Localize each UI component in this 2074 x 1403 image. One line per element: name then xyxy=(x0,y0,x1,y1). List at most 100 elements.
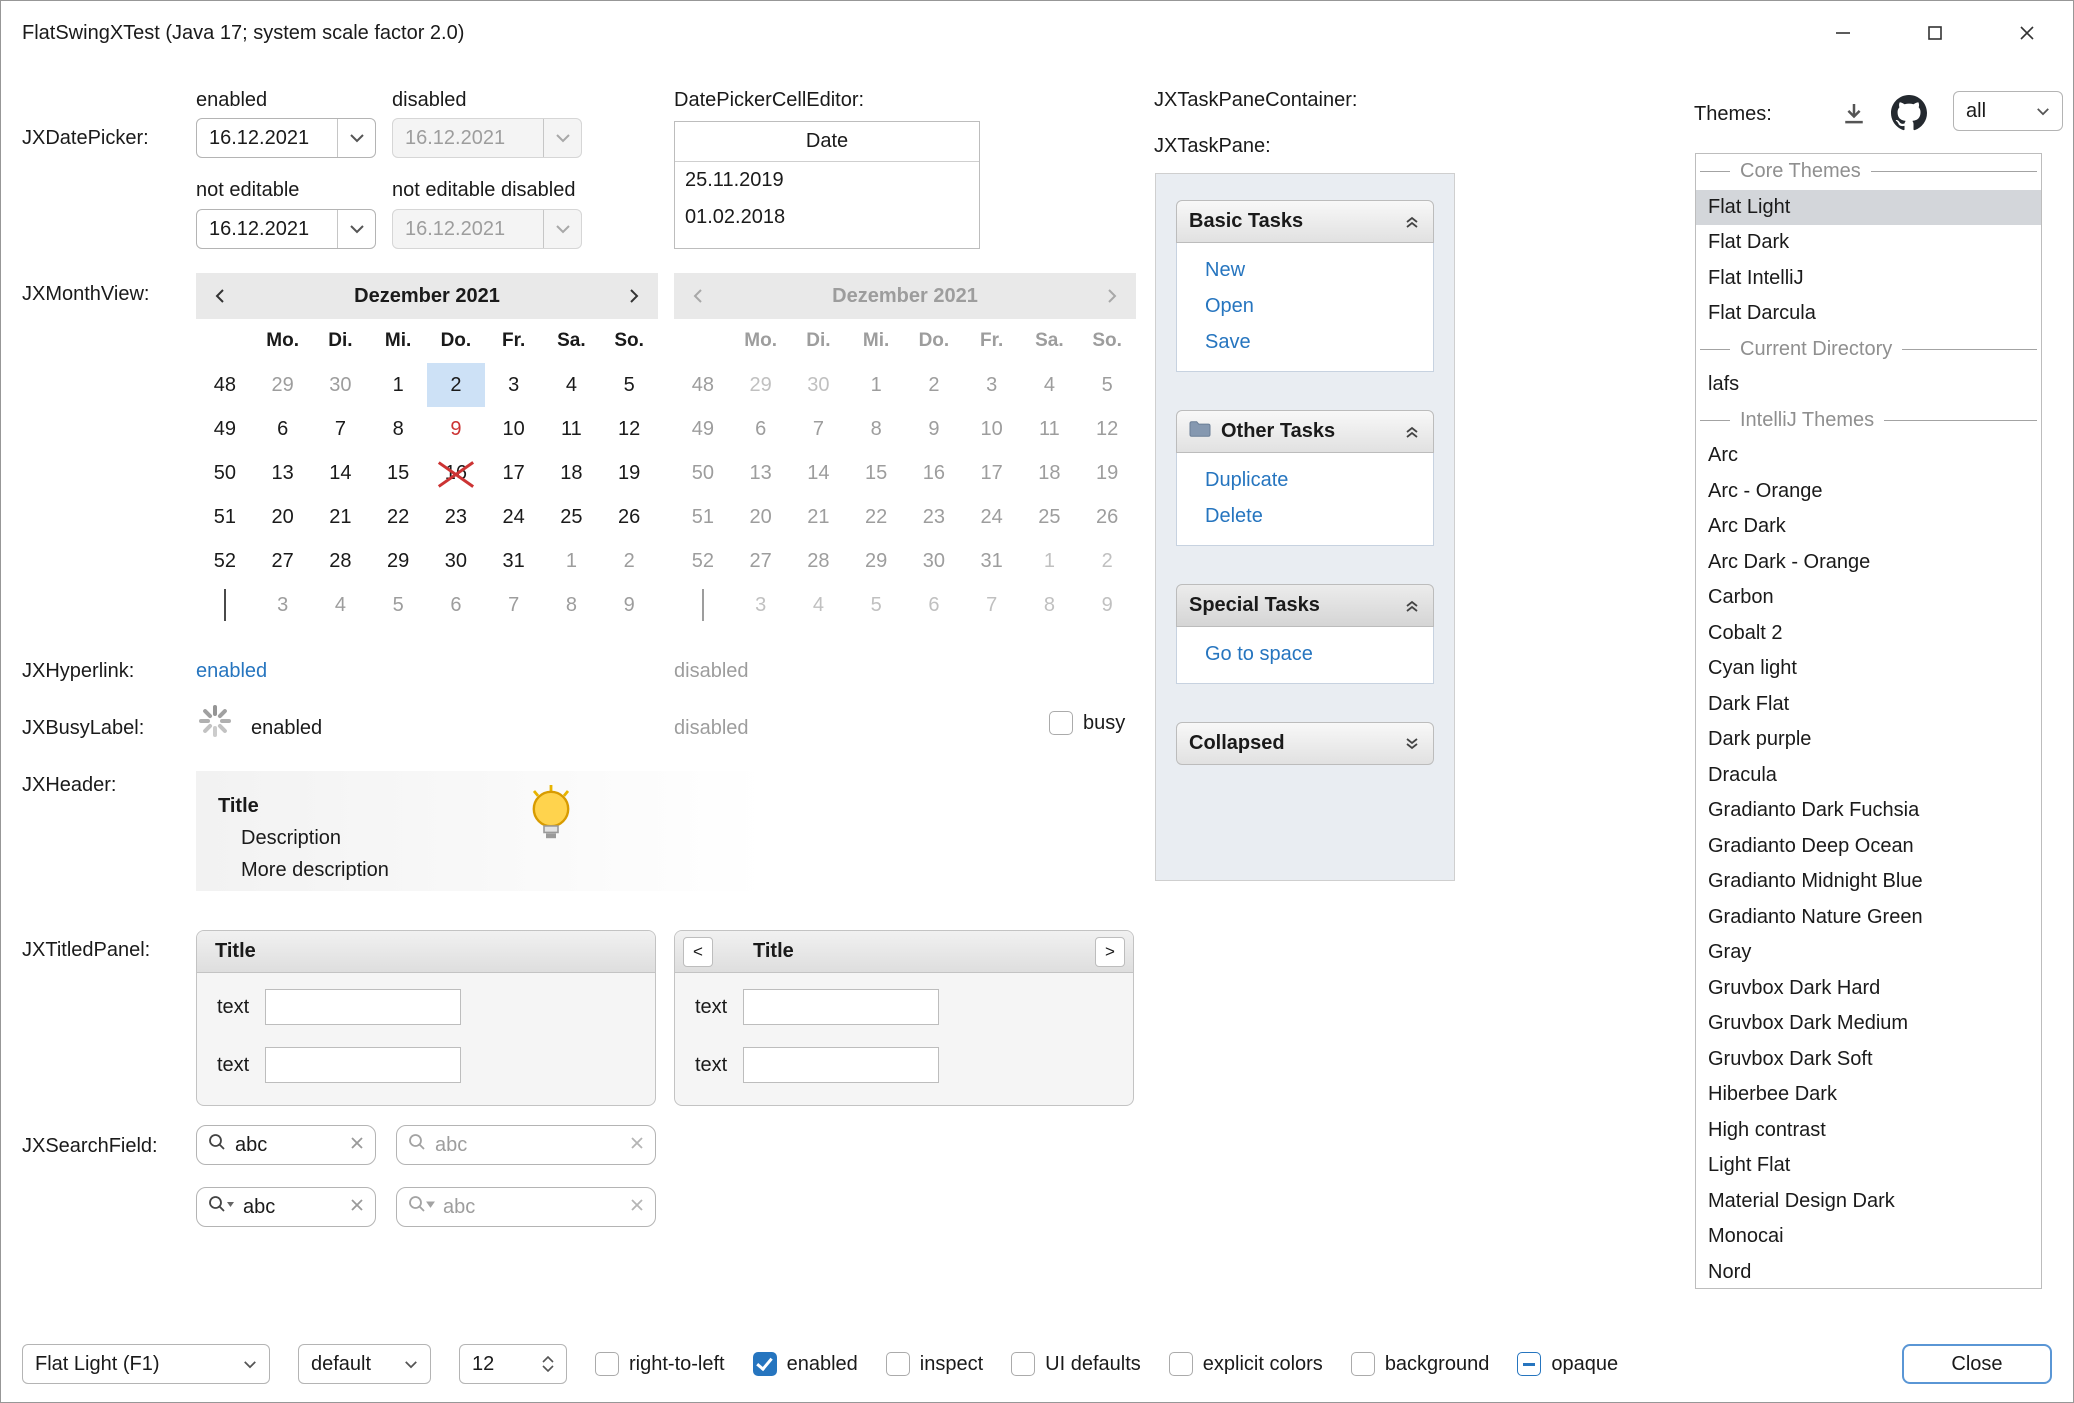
checkbox[interactable] xyxy=(1169,1352,1193,1376)
clear-icon[interactable] xyxy=(349,1134,365,1157)
minimize-button[interactable] xyxy=(1797,1,1889,65)
theme-item[interactable]: Current Directory xyxy=(1696,332,2041,368)
calendar-cell[interactable]: 16 xyxy=(427,451,485,495)
calendar-cell[interactable]: 1 xyxy=(543,539,601,583)
theme-item[interactable]: Core Themes xyxy=(1696,154,2041,190)
calendar-cell[interactable]: 28 xyxy=(312,539,370,583)
taskpane-header[interactable]: Collapsed xyxy=(1176,722,1434,765)
search-field-with-menu-prompt[interactable]: abc xyxy=(396,1187,656,1227)
option-checkbox-row[interactable]: inspect xyxy=(886,1352,983,1376)
theme-item[interactable]: Cyan light xyxy=(1696,651,2041,687)
font-combobox[interactable]: default xyxy=(298,1344,431,1384)
task-link[interactable]: Go to space xyxy=(1205,641,1433,667)
calendar-cell[interactable]: 27 xyxy=(254,539,312,583)
calendar-cell[interactable]: 10 xyxy=(485,407,543,451)
text-input[interactable] xyxy=(743,1047,939,1083)
task-link[interactable]: Duplicate xyxy=(1205,467,1433,493)
theme-item[interactable]: Dark purple xyxy=(1696,722,2041,758)
collapse-icon[interactable] xyxy=(1403,213,1421,231)
calendar-cell[interactable]: 4 xyxy=(543,363,601,407)
calendar-cell[interactable]: 15 xyxy=(369,451,427,495)
theme-item[interactable]: Arc Dark - Orange xyxy=(1696,545,2041,581)
theme-item[interactable]: Flat Light xyxy=(1696,190,2041,226)
theme-item[interactable]: Gruvbox Dark Medium xyxy=(1696,1006,2041,1042)
font-size-spinner[interactable]: 12 xyxy=(459,1344,567,1384)
search-field[interactable]: abc xyxy=(196,1125,376,1165)
task-link[interactable]: New xyxy=(1205,257,1433,283)
maximize-button[interactable] xyxy=(1889,1,1981,65)
search-field-with-menu[interactable]: abc xyxy=(196,1187,376,1227)
calendar-cell[interactable]: 1 xyxy=(369,363,427,407)
theme-item[interactable]: lafs xyxy=(1696,367,2041,403)
theme-item[interactable]: Monocai xyxy=(1696,1219,2041,1255)
theme-item[interactable]: Flat Darcula xyxy=(1696,296,2041,332)
checkbox[interactable] xyxy=(1351,1352,1375,1376)
calendar-cell[interactable]: 5 xyxy=(369,583,427,627)
option-checkbox-row[interactable]: opaque xyxy=(1517,1352,1618,1376)
calendar-cell[interactable]: 2 xyxy=(600,539,658,583)
search-value[interactable]: abc xyxy=(443,1196,621,1219)
calendar-cell[interactable]: 3 xyxy=(254,583,312,627)
calendar-cell[interactable]: 48 xyxy=(196,363,254,407)
calendar-cell[interactable]: 26 xyxy=(600,495,658,539)
theme-item[interactable]: Gradianto Nature Green xyxy=(1696,900,2041,936)
search-value[interactable]: abc xyxy=(435,1134,621,1157)
calendar-cell[interactable]: 24 xyxy=(485,495,543,539)
calendar-cell[interactable]: 29 xyxy=(369,539,427,583)
calendar-cell[interactable]: 29 xyxy=(254,363,312,407)
theme-item[interactable]: Light Flat xyxy=(1696,1148,2041,1184)
theme-item[interactable]: Hiberbee Dark xyxy=(1696,1077,2041,1113)
clear-icon[interactable] xyxy=(629,1134,645,1157)
themes-filter-combobox[interactable]: all xyxy=(1953,91,2063,131)
theme-item[interactable]: High contrast xyxy=(1696,1113,2041,1149)
calendar-cell[interactable]: 8 xyxy=(369,407,427,451)
expand-icon[interactable] xyxy=(1403,735,1421,753)
theme-item[interactable]: Gradianto Deep Ocean xyxy=(1696,829,2041,865)
calendar-cell[interactable]: 18 xyxy=(543,451,601,495)
date-table-row[interactable]: 25.11.2019 xyxy=(675,162,979,199)
calendar-cell[interactable]: 19 xyxy=(600,451,658,495)
theme-item[interactable]: Cobalt 2 xyxy=(1696,616,2041,652)
task-link[interactable]: Delete xyxy=(1205,503,1433,529)
option-checkbox-row[interactable]: explicit colors xyxy=(1169,1352,1323,1376)
text-input[interactable] xyxy=(265,989,461,1025)
option-checkbox-row[interactable]: right-to-left xyxy=(595,1352,725,1376)
close-window-button[interactable] xyxy=(1981,1,2073,65)
calendar-cell[interactable]: 31 xyxy=(485,539,543,583)
theme-item[interactable]: Gruvbox Dark Hard xyxy=(1696,971,2041,1007)
calendar-cell[interactable]: 2 xyxy=(427,363,485,407)
date-table[interactable]: Date 25.11.201901.02.2018 xyxy=(674,121,980,249)
calendar-cell[interactable]: 17 xyxy=(485,451,543,495)
clear-icon[interactable] xyxy=(629,1196,645,1219)
theme-item[interactable]: Flat IntelliJ xyxy=(1696,261,2041,297)
calendar-cell[interactable]: 51 xyxy=(196,495,254,539)
collapse-icon[interactable] xyxy=(1403,597,1421,615)
checkbox[interactable] xyxy=(595,1352,619,1376)
task-link[interactable]: Open xyxy=(1205,293,1433,319)
calendar-cell[interactable]: 9 xyxy=(427,407,485,451)
search-value[interactable]: abc xyxy=(243,1196,341,1219)
calendar-cell[interactable]: 4 xyxy=(312,583,370,627)
taskpane-header[interactable]: Other Tasks xyxy=(1176,410,1434,453)
search-field-prompt[interactable]: abc xyxy=(396,1125,656,1165)
theme-item[interactable]: Nord xyxy=(1696,1255,2041,1290)
search-value[interactable]: abc xyxy=(235,1134,341,1157)
theme-item[interactable]: Dark Flat xyxy=(1696,687,2041,723)
checkbox[interactable] xyxy=(1517,1352,1541,1376)
calendar-cell[interactable]: 22 xyxy=(369,495,427,539)
checkbox[interactable] xyxy=(1011,1352,1035,1376)
theme-item[interactable]: Gradianto Dark Fuchsia xyxy=(1696,793,2041,829)
checkbox[interactable] xyxy=(753,1352,777,1376)
busy-checkbox[interactable] xyxy=(1049,711,1073,735)
calendar-cell[interactable]: 6 xyxy=(427,583,485,627)
taskpane-header[interactable]: Special Tasks xyxy=(1176,584,1434,627)
theme-item[interactable]: Gradianto Midnight Blue xyxy=(1696,864,2041,900)
laf-combobox[interactable]: Flat Light (F1) xyxy=(22,1344,270,1384)
theme-item[interactable]: Dracula xyxy=(1696,758,2041,794)
spinner-arrows[interactable] xyxy=(542,1356,554,1372)
datepicker-enabled[interactable]: 16.12.2021 xyxy=(196,118,376,158)
hyperlink-enabled[interactable]: enabled xyxy=(196,660,267,683)
calendar-cell[interactable]: 49 xyxy=(196,407,254,451)
calendar-cell[interactable]: 14 xyxy=(312,451,370,495)
calendar-cell[interactable]: 12 xyxy=(600,407,658,451)
